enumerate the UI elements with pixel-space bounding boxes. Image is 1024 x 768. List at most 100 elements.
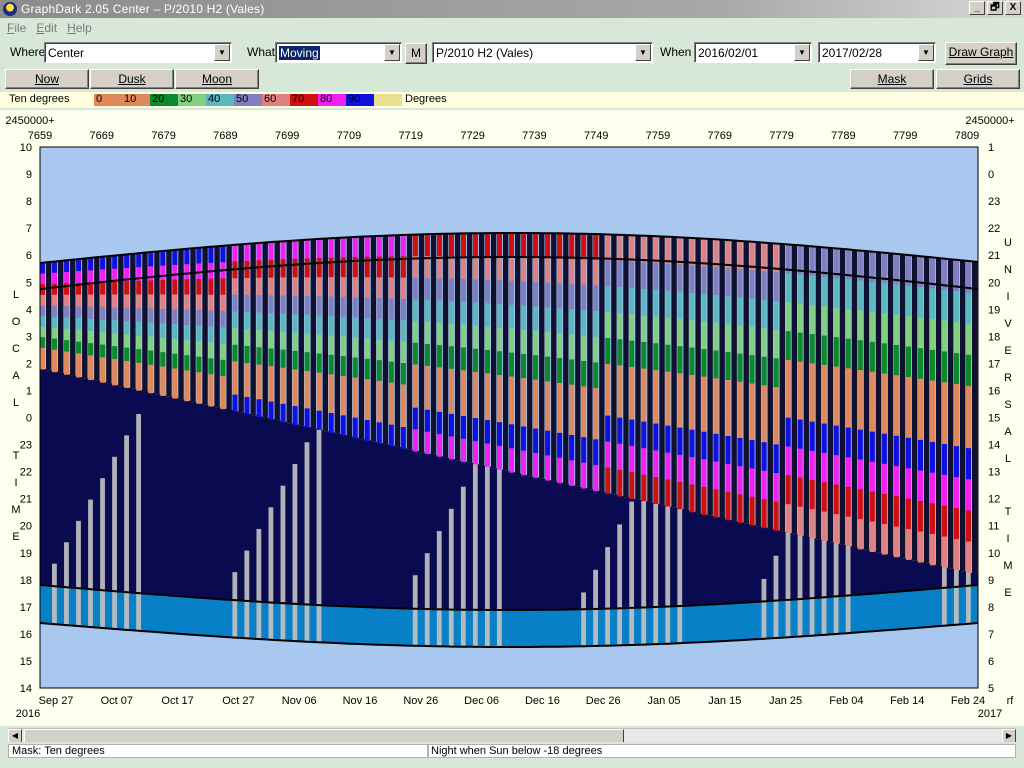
top-tick-label: 7699	[275, 130, 299, 142]
altitude-bar	[509, 304, 515, 330]
right-axis-letter: E	[1004, 587, 1011, 599]
object-select[interactable]: P/2010 H2 (Vales) ▼	[432, 42, 653, 63]
chevron-down-icon[interactable]: ▼	[918, 44, 934, 61]
scroll-thumb[interactable]	[24, 729, 624, 743]
altitude-bar	[280, 241, 286, 260]
restore-button[interactable]: 🗗	[987, 1, 1003, 15]
horizontal-scrollbar[interactable]: ◀ ▶	[8, 728, 1016, 743]
altitude-bar	[893, 284, 899, 316]
night-bar	[881, 554, 889, 593]
m-button[interactable]: M	[405, 43, 427, 64]
altitude-bar	[472, 348, 479, 373]
altitude-bar	[316, 391, 322, 412]
altitude-bar	[292, 369, 298, 389]
draw-graph-button[interactable]: Draw Graph	[945, 42, 1017, 65]
chevron-down-icon[interactable]: ▼	[794, 44, 810, 61]
altitude-bar	[220, 245, 226, 263]
altitude-bar	[677, 318, 683, 347]
chevron-down-icon[interactable]: ▼	[384, 44, 400, 61]
altitude-bar	[52, 305, 58, 318]
bottom-year-right: 2017	[978, 708, 1002, 720]
altitude-bar	[785, 417, 791, 447]
altitude-bar	[412, 234, 418, 257]
stripe-gap	[298, 240, 304, 426]
twilight-bar	[262, 602, 269, 640]
altitude-bar	[304, 295, 310, 316]
grids-button[interactable]: Grids	[936, 69, 1020, 89]
altitude-bar	[448, 436, 454, 460]
close-button[interactable]: X	[1005, 1, 1021, 15]
night-bar	[659, 505, 666, 607]
scroll-left-icon[interactable]: ◀	[8, 729, 22, 743]
menu-help[interactable]: Help	[67, 21, 92, 35]
altitude-bar	[965, 510, 972, 543]
what-select[interactable]: Moving ▼	[275, 42, 402, 63]
altitude-bar	[845, 486, 851, 518]
altitude-bar	[677, 427, 683, 456]
left-tick-label: 23	[20, 440, 32, 452]
altitude-bar	[484, 303, 491, 328]
altitude-bar	[376, 235, 382, 258]
altitude-bar	[328, 296, 334, 317]
legend-level-label: 80	[320, 93, 333, 105]
night-bar	[689, 511, 696, 606]
night-bar	[328, 432, 335, 606]
legend-level-label: 60	[264, 93, 277, 105]
altitude-bar	[965, 385, 972, 418]
twilight-bar	[527, 609, 534, 647]
night-bar	[521, 474, 528, 610]
altitude-bar	[521, 329, 527, 355]
twilight-bar	[791, 599, 798, 637]
menu-edit[interactable]: Edit	[36, 21, 57, 35]
left-tick-label: 21	[20, 494, 32, 506]
altitude-bar	[761, 470, 767, 500]
altitude-bar	[833, 484, 839, 515]
night-bar	[899, 558, 907, 592]
stripe-gap	[430, 234, 437, 455]
now-button[interactable]: Now	[5, 69, 89, 89]
altitude-bar	[929, 534, 936, 566]
altitude-bar	[545, 307, 551, 333]
night-bar	[623, 497, 630, 609]
twilight-bar	[599, 608, 606, 646]
altitude-bar	[340, 316, 346, 337]
dusk-button[interactable]: Dusk	[90, 69, 174, 89]
altitude-bar	[208, 358, 214, 375]
altitude-bar	[821, 394, 827, 425]
end-date-select[interactable]: 2017/02/28 ▼	[818, 42, 936, 63]
twilight-bar	[418, 608, 426, 646]
left-axis-letter: L	[13, 289, 19, 301]
where-select[interactable]: Center ▼	[44, 42, 232, 63]
moon-button[interactable]: Moon	[175, 69, 259, 89]
altitude-bar	[496, 303, 503, 329]
altitude-bar	[905, 346, 911, 378]
altitude-bar	[893, 496, 899, 528]
stripe-gap	[106, 256, 112, 384]
chevron-down-icon[interactable]: ▼	[214, 44, 230, 61]
altitude-bar	[725, 296, 731, 325]
scroll-right-icon[interactable]: ▶	[1002, 729, 1016, 743]
stripe-gap	[755, 242, 761, 527]
minimize-button[interactable]: _	[969, 1, 985, 15]
altitude-bar	[689, 402, 695, 431]
menu-file[interactable]: File	[7, 21, 26, 35]
altitude-bar	[376, 318, 382, 340]
twilight-bar	[46, 585, 53, 624]
altitude-bar	[148, 266, 154, 281]
altitude-bar	[749, 468, 755, 498]
altitude-bar	[160, 366, 166, 382]
chevron-down-icon[interactable]: ▼	[635, 44, 651, 61]
altitude-bar	[533, 379, 539, 405]
twilight-bar	[442, 609, 450, 647]
start-date-select[interactable]: 2016/02/01 ▼	[694, 42, 812, 63]
twilight-bar	[875, 592, 883, 631]
altitude-bar	[352, 317, 358, 338]
altitude-bar	[40, 273, 46, 285]
toolbar-secondary: Now Dusk Moon Mask Grids	[0, 68, 1024, 90]
altitude-bar	[665, 344, 671, 373]
mask-button[interactable]: Mask	[850, 69, 934, 89]
stripe-gap	[947, 259, 954, 569]
altitude-bar	[196, 387, 202, 404]
altitude-bar	[436, 411, 442, 435]
left-tick-label: 20	[20, 521, 32, 533]
